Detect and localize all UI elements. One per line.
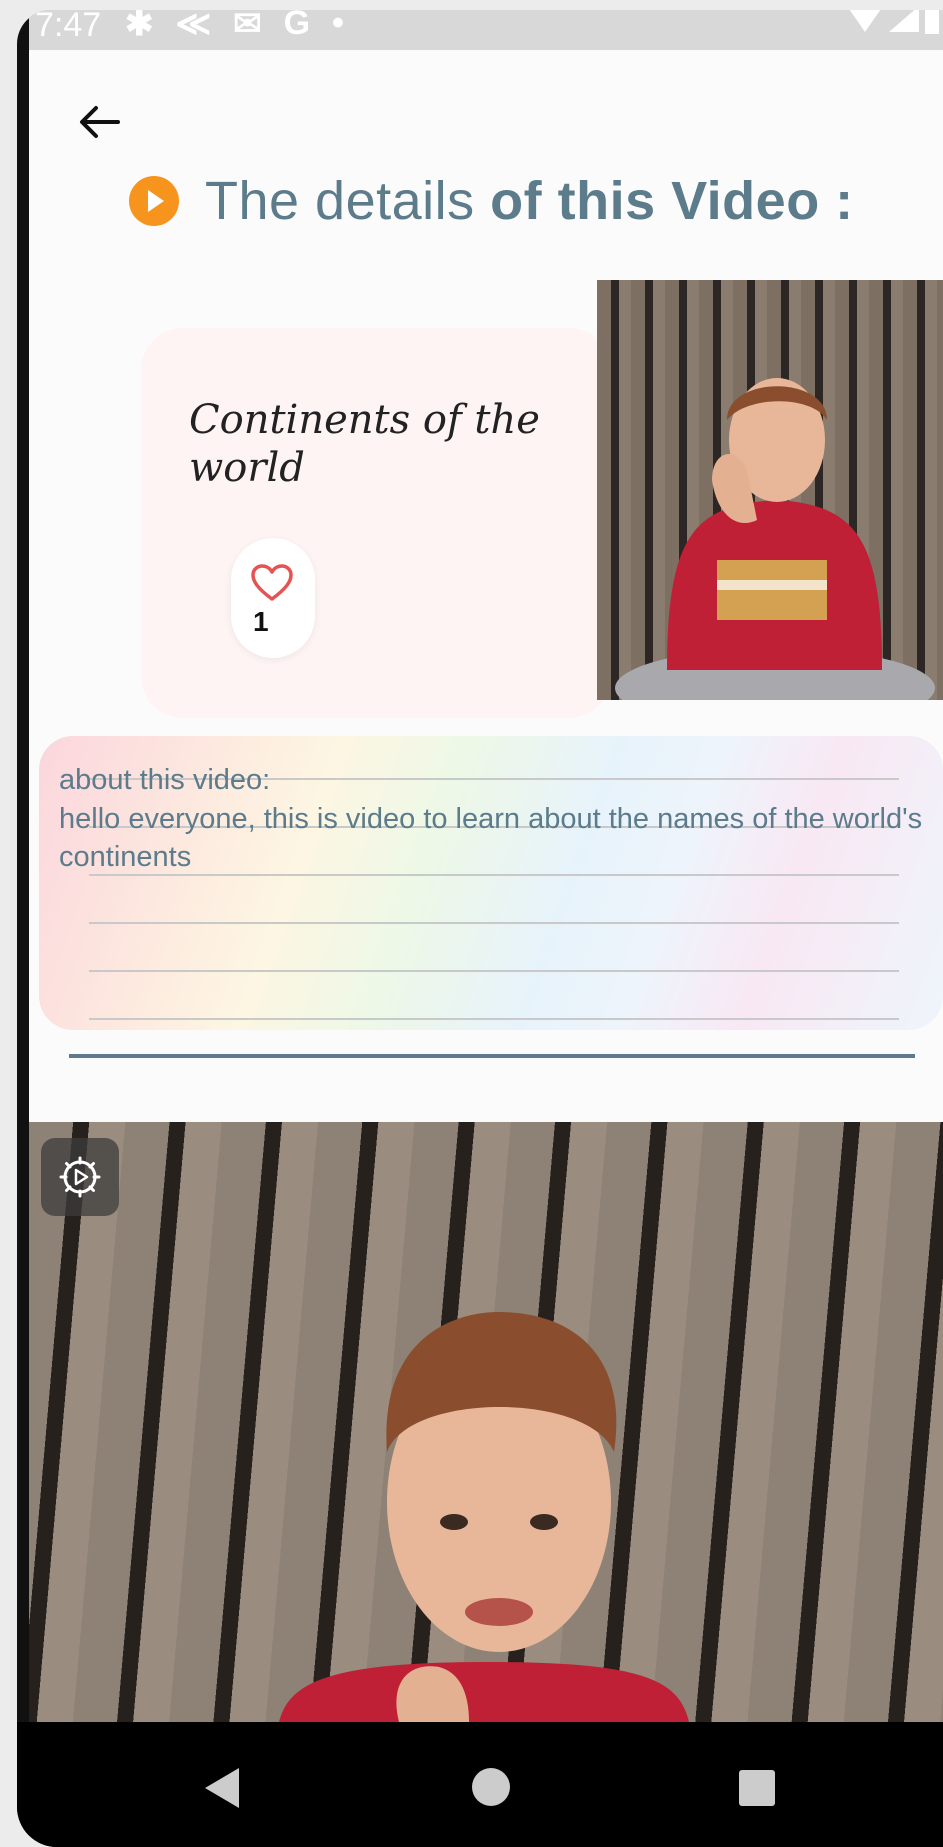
player-settings-button[interactable] bbox=[41, 1138, 119, 1216]
like-count: 1 bbox=[253, 606, 269, 637]
play-icon bbox=[129, 176, 179, 226]
video-frame-child-image bbox=[279, 1312, 689, 1722]
heart-icon bbox=[251, 564, 293, 601]
app-screen: 7:47 ✱ ≪ ✉ G • The details of this Video… bbox=[29, 10, 943, 1722]
ruled-line bbox=[89, 1018, 899, 1020]
settings-play-icon bbox=[59, 1156, 101, 1198]
status-time: 7:47 bbox=[35, 10, 102, 44]
nav-back-icon[interactable] bbox=[205, 1768, 239, 1808]
thumbnail-child-image bbox=[615, 378, 935, 700]
back-button[interactable] bbox=[69, 92, 129, 152]
g-icon: G bbox=[283, 10, 311, 42]
arrow-left-icon bbox=[80, 106, 120, 138]
bolt-icon: ≪ bbox=[175, 10, 212, 43]
status-bar: 7:47 ✱ ≪ ✉ G • bbox=[29, 10, 943, 50]
about-description: hello everyone, this is video to learn a… bbox=[59, 803, 923, 873]
nav-home-icon[interactable] bbox=[472, 1768, 510, 1806]
ruled-line bbox=[89, 970, 899, 972]
about-label: about this video: bbox=[59, 764, 271, 796]
signal-icon bbox=[889, 10, 919, 32]
title-normal: The details bbox=[205, 171, 491, 231]
mail-icon: ✉ bbox=[233, 10, 262, 43]
gear-icon: ✱ bbox=[125, 10, 154, 43]
video-player[interactable] bbox=[29, 1122, 943, 1722]
video-title: Continents of the world bbox=[189, 397, 540, 491]
title-bold: of this Video : bbox=[490, 171, 854, 231]
notification-icons: ✱ ≪ ✉ G • bbox=[125, 10, 344, 44]
video-thumbnail[interactable] bbox=[597, 280, 943, 700]
ruled-line bbox=[89, 922, 899, 924]
like-button[interactable]: 1 bbox=[231, 538, 315, 658]
nav-recents-icon[interactable] bbox=[739, 1770, 775, 1806]
battery-icon bbox=[925, 10, 939, 34]
about-video-box: about this video: hello everyone, this i… bbox=[39, 736, 943, 1030]
page-title: The details of this Video : bbox=[205, 170, 854, 232]
wifi-icon bbox=[847, 10, 883, 32]
android-nav-bar bbox=[17, 1722, 943, 1847]
system-status bbox=[847, 10, 939, 34]
section-divider bbox=[69, 1054, 915, 1058]
video-info-card: Continents of the world 1 bbox=[141, 328, 611, 718]
page-header: The details of this Video : bbox=[129, 170, 854, 232]
dot-icon: • bbox=[332, 10, 344, 42]
phone-frame: 7:47 ✱ ≪ ✉ G • The details of this Video… bbox=[17, 10, 943, 1847]
